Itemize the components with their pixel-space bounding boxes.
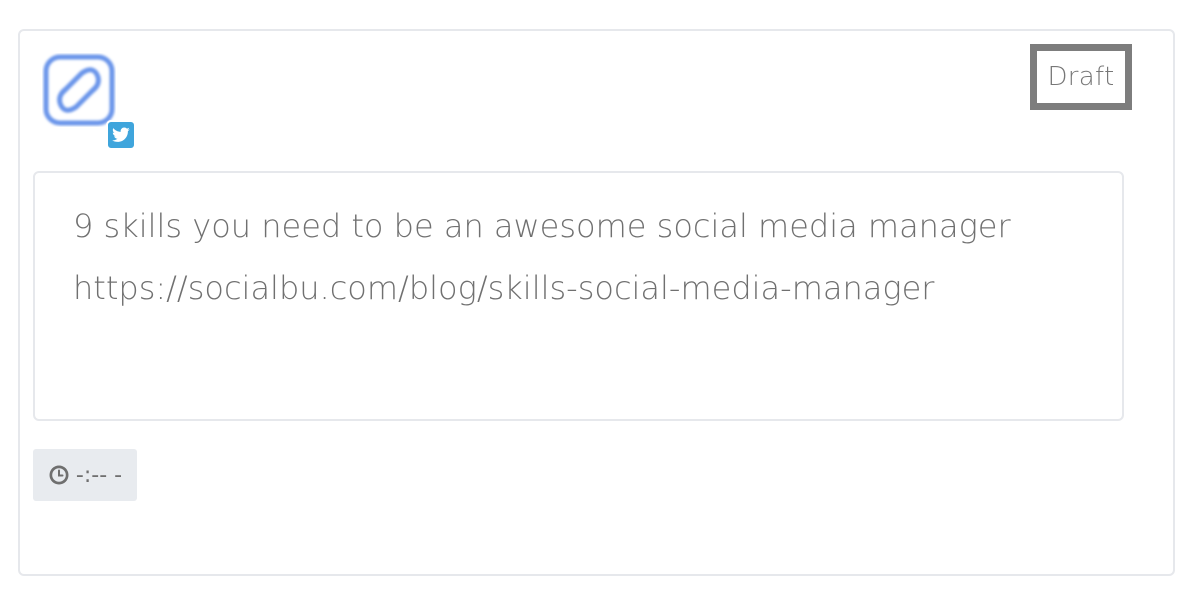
status-label: Draft: [1047, 62, 1115, 92]
socialbu-logo-icon: [42, 53, 116, 127]
post-text: 9 skills you need to be an awesome socia…: [73, 207, 1021, 307]
twitter-icon: [106, 120, 136, 150]
schedule-time-button[interactable]: -:-- -: [33, 449, 137, 501]
clock-icon: [48, 464, 70, 486]
post-content[interactable]: 9 skills you need to be an awesome socia…: [33, 171, 1124, 421]
schedule-time-label: -:-- -: [75, 462, 123, 488]
status-badge: Draft: [1030, 44, 1132, 110]
